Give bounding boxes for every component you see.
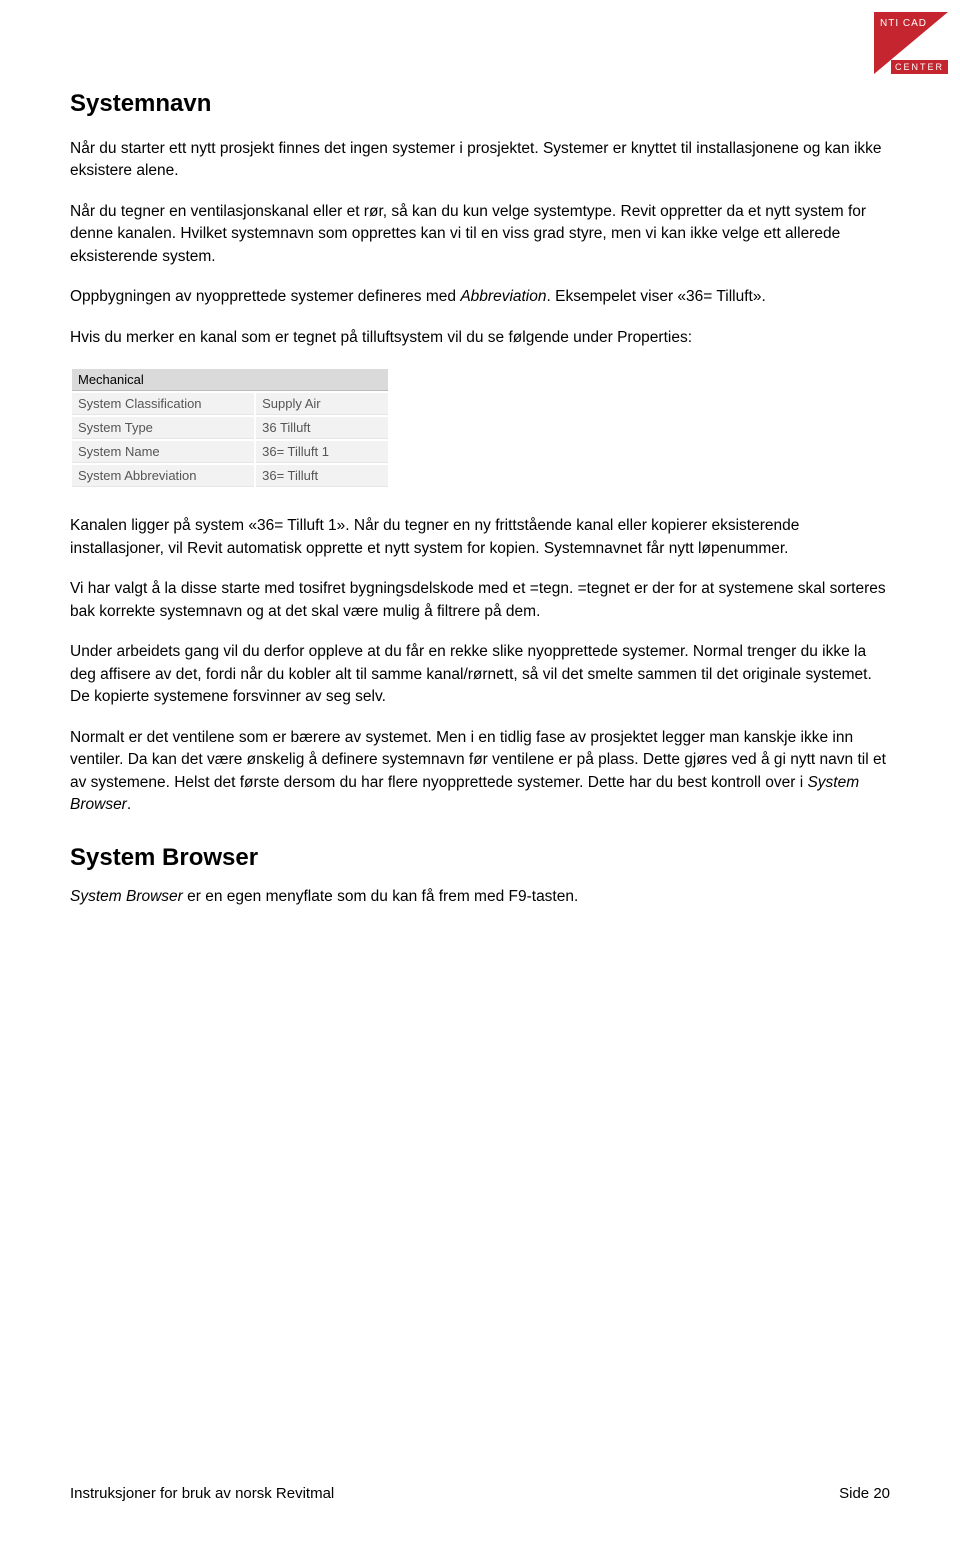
properties-table: Mechanical System Classification Supply …	[70, 367, 390, 489]
prop-val: 36= Tilluft 1	[256, 441, 388, 463]
logo-text-top: NTI CAD	[880, 18, 927, 29]
table-row: System Name 36= Tilluft 1	[72, 441, 388, 463]
paragraph: Hvis du merker en kanal som er tegnet på…	[70, 327, 890, 349]
paragraph: Vi har valgt å la disse starte med tosif…	[70, 578, 890, 623]
prop-key: System Classification	[72, 393, 254, 415]
paragraph: System Browser er en egen menyflate som …	[70, 886, 890, 908]
prop-key: System Abbreviation	[72, 465, 254, 487]
text: Oppbygningen av nyopprettede systemer de…	[70, 288, 460, 305]
text: Normalt er det ventilene som er bærere a…	[70, 729, 886, 791]
logo: NTI CAD CENTER	[874, 12, 948, 74]
heading-systemnavn: Systemnavn	[70, 90, 890, 118]
paragraph: Når du starter ett nytt prosjekt finnes …	[70, 138, 890, 183]
logo-text-bottom: CENTER	[891, 60, 948, 74]
table-header-row: Mechanical	[72, 369, 388, 391]
italic-text: Abbreviation	[460, 288, 546, 305]
table-row: System Type 36 Tilluft	[72, 417, 388, 439]
italic-text: System Browser	[70, 888, 183, 905]
table-header: Mechanical	[72, 369, 388, 391]
document-page: NTI CAD CENTER Systemnavn Når du starter…	[0, 0, 960, 1542]
text: er en egen menyflate som du kan få frem …	[183, 888, 578, 905]
prop-val: Supply Air	[256, 393, 388, 415]
prop-val: 36= Tilluft	[256, 465, 388, 487]
text: . Eksempelet viser «36= Tilluft».	[547, 288, 766, 305]
page-footer: Instruksjoner for bruk av norsk Revitmal…	[70, 1485, 890, 1502]
heading-system-browser: System Browser	[70, 844, 890, 872]
paragraph: Normalt er det ventilene som er bærere a…	[70, 727, 890, 817]
paragraph: Kanalen ligger på system «36= Tilluft 1»…	[70, 515, 890, 560]
paragraph: Oppbygningen av nyopprettede systemer de…	[70, 286, 890, 308]
table-row: System Abbreviation 36= Tilluft	[72, 465, 388, 487]
prop-key: System Name	[72, 441, 254, 463]
text: .	[127, 796, 131, 813]
prop-val: 36 Tilluft	[256, 417, 388, 439]
footer-left: Instruksjoner for bruk av norsk Revitmal	[70, 1485, 334, 1502]
table-row: System Classification Supply Air	[72, 393, 388, 415]
paragraph: Under arbeidets gang vil du derfor opple…	[70, 641, 890, 708]
prop-key: System Type	[72, 417, 254, 439]
paragraph: Når du tegner en ventilasjonskanal eller…	[70, 201, 890, 268]
footer-right: Side 20	[839, 1485, 890, 1502]
